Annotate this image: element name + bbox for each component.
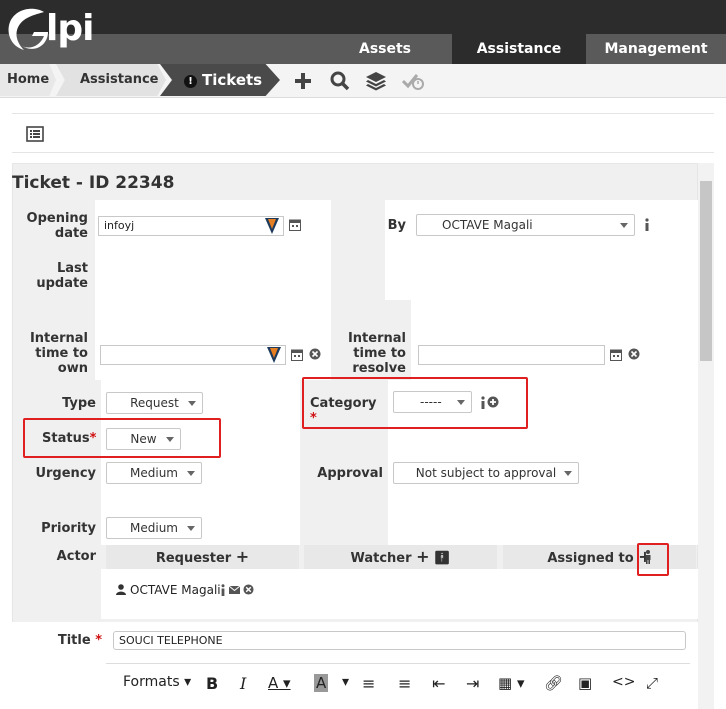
by-value: OCTAVE Magali — [442, 218, 533, 232]
time-to-own-label: Internal time to own — [29, 331, 88, 376]
priority-label: Priority — [41, 521, 96, 536]
email-icon[interactable] — [229, 586, 240, 594]
type-value: Request — [130, 396, 179, 410]
fullscreen-icon[interactable]: ⤢ — [646, 674, 658, 692]
breadcrumb: Home Assistance ! Tickets — [0, 64, 726, 98]
background-color-icon[interactable]: A — [314, 674, 329, 692]
glpi-logo[interactable]: lpi — [4, 4, 100, 58]
requester-label: Requester — [155, 551, 232, 566]
actor-label: Actor — [56, 549, 96, 564]
add-watcher-icon[interactable]: + — [416, 547, 429, 566]
main-menu: Assets Assistance Management — [318, 34, 726, 64]
menu-assets[interactable]: Assets — [318, 34, 452, 64]
indent-icon[interactable]: ⇥ — [466, 674, 479, 693]
remove-requester-icon[interactable] — [243, 584, 254, 595]
priority-value: Medium — [130, 521, 178, 535]
title-label: Title * — [30, 633, 102, 648]
date-picker-flag-icon[interactable] — [264, 216, 280, 236]
time-to-own-cell — [95, 300, 331, 380]
approval-select[interactable]: Not subject to approval — [393, 462, 579, 484]
layers-icon[interactable] — [365, 70, 387, 92]
scrollbar[interactable] — [698, 163, 714, 709]
breadcrumb-home[interactable]: Home — [0, 64, 56, 96]
italic-icon[interactable]: I — [240, 674, 246, 693]
requester-name[interactable]: OCTAVE Magali — [130, 583, 221, 597]
validate-check-icon[interactable] — [402, 70, 424, 92]
page-title: Ticket - ID 22348 — [12, 173, 175, 193]
urgency-value: Medium — [130, 466, 178, 480]
logo-text: lpi — [46, 8, 94, 49]
opening-date-cell — [95, 200, 331, 300]
chevron-down-icon — [620, 223, 628, 228]
last-update-label: Last update — [36, 261, 88, 291]
formats-dropdown[interactable]: Formats ▾ — [123, 674, 191, 690]
type-select[interactable]: Request — [106, 392, 203, 414]
outdent-icon[interactable]: ⇤ — [432, 674, 445, 693]
add-icon[interactable] — [292, 70, 314, 92]
bold-icon[interactable]: B — [206, 674, 218, 693]
category-highlight — [302, 377, 528, 429]
time-to-resolve-label: Internal time to resolve — [347, 331, 406, 376]
glpi-logo-icon — [8, 8, 48, 51]
search-icon[interactable] — [329, 70, 351, 92]
add-requester-icon[interactable]: + — [236, 547, 249, 566]
time-to-own-input[interactable] — [100, 345, 286, 365]
status-highlight — [23, 418, 221, 458]
time-to-resolve-input[interactable] — [418, 345, 605, 365]
clear-icon[interactable] — [309, 348, 321, 360]
by-select[interactable]: OCTAVE Magali — [416, 214, 635, 236]
opening-date-input[interactable]: infoyj — [98, 216, 284, 236]
numbered-list-icon[interactable]: ≡ — [398, 674, 411, 693]
watcher-header: Watcher + 🚹︎ — [304, 545, 497, 569]
calendar-icon[interactable] — [610, 348, 622, 361]
list-icon[interactable] — [26, 126, 44, 142]
clear-icon[interactable] — [628, 348, 640, 360]
urgency-select[interactable]: Medium — [106, 462, 202, 484]
title-label-text: Title — [57, 633, 91, 648]
link-icon[interactable]: 🔗︎ — [544, 674, 563, 692]
info-icon[interactable] — [220, 584, 226, 596]
priority-select[interactable]: Medium — [106, 517, 202, 539]
menu-management[interactable]: Management — [586, 34, 726, 64]
breadcrumb-tickets-label: Tickets — [202, 71, 263, 89]
table-icon[interactable]: ▦ ▾ — [498, 674, 524, 692]
alert-icon: ! — [184, 75, 197, 88]
chevron-down-icon — [187, 526, 195, 531]
urgency-label: Urgency — [35, 466, 96, 481]
chevron-down-icon — [188, 401, 196, 406]
by-label: By — [387, 218, 406, 233]
rich-text-toolbar: Formats ▾ B I A ▾ A ▾ ≡ ≡ ⇤ ⇥ ▦ ▾ 🔗︎ ▣ <… — [106, 663, 690, 709]
assigned-label: Assigned to — [547, 551, 634, 566]
menu-assistance[interactable]: Assistance — [452, 34, 586, 64]
image-icon[interactable]: ▣ — [578, 674, 592, 692]
breadcrumb-tickets[interactable]: ! Tickets — [160, 64, 280, 96]
type-label: Type — [62, 396, 96, 411]
info-icon[interactable] — [643, 218, 651, 231]
scrollbar-thumb[interactable] — [700, 181, 712, 361]
formats-label: Formats — [123, 674, 180, 690]
calendar-icon[interactable] — [291, 348, 303, 361]
bullet-list-icon[interactable]: ≡ — [362, 674, 375, 693]
list-toolbar — [12, 113, 714, 153]
opening-date-label: Opening date — [26, 211, 88, 241]
requester-header: Requester + — [106, 545, 299, 569]
date-picker-flag-icon[interactable] — [266, 345, 282, 365]
required-marker: * — [95, 633, 102, 648]
watcher-label: Watcher — [350, 551, 412, 566]
approval-label: Approval — [317, 466, 383, 481]
top-bar: lpi Assets Assistance Management — [0, 0, 726, 64]
text-color-icon[interactable]: A ▾ — [268, 674, 291, 692]
assign-myself-highlight — [637, 543, 669, 576]
user-icon — [116, 584, 126, 595]
title-input[interactable]: SOUCI TELEPHONE — [113, 631, 686, 650]
calendar-icon[interactable] — [289, 218, 301, 231]
add-myself-watcher-icon[interactable]: 🚹︎ — [434, 551, 451, 566]
time-to-resolve-cell — [411, 300, 698, 380]
breadcrumb-assistance[interactable]: Assistance — [56, 64, 166, 96]
approval-value: Not subject to approval — [415, 466, 557, 480]
code-icon[interactable]: <> — [612, 674, 635, 690]
chevron-down-icon — [187, 471, 195, 476]
bg-color-dropdown-icon[interactable]: ▾ — [342, 674, 349, 690]
chevron-down-icon — [564, 471, 572, 476]
